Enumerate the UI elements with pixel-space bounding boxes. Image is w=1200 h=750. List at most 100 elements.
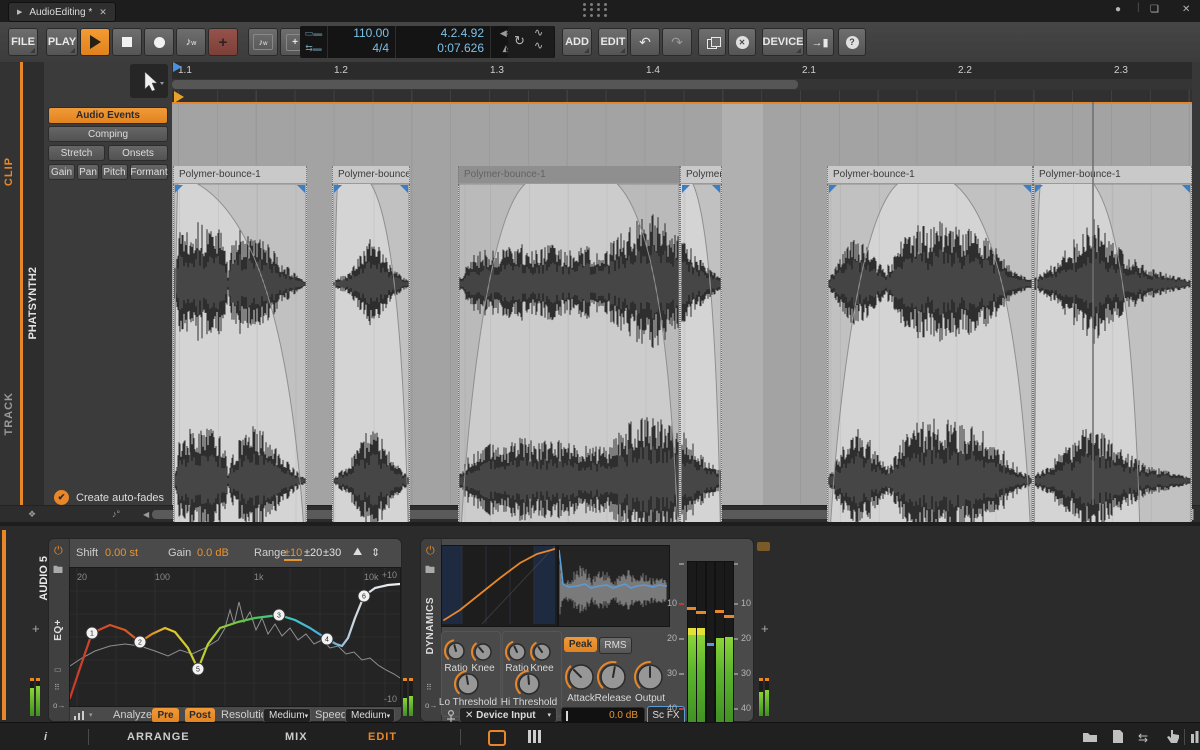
eq-gain-value[interactable]: 0.0 dB	[197, 547, 229, 559]
bitwig-logo-dots[interactable]	[583, 3, 609, 17]
eq-shift-value[interactable]: 0.00 st	[105, 547, 138, 559]
eq-speed-dropdown[interactable]: Medium▾	[345, 708, 395, 723]
info-icon[interactable]: i	[44, 731, 48, 743]
display-mode-icons[interactable]: ▭▬ ⇆▬	[300, 26, 328, 58]
audio-events-button[interactable]: Audio Events	[48, 107, 168, 124]
restore-icon[interactable]: ❏	[1150, 4, 1159, 15]
loop-icon[interactable]: ↻	[514, 33, 525, 49]
add-track-device-icon[interactable]: +	[32, 621, 40, 636]
audio-clip[interactable]: Polymer-bounce-1	[332, 166, 410, 522]
eq-pre-button[interactable]: Pre	[152, 708, 179, 723]
stretch-button[interactable]: Stretch	[48, 145, 105, 161]
chain-end-token[interactable]	[757, 542, 770, 551]
clip-waveform-area[interactable]	[173, 184, 307, 522]
rms-button[interactable]: RMS	[599, 637, 632, 654]
close-icon[interactable]: ✕	[1182, 4, 1190, 15]
dynamics-preset-icon[interactable]: 🖿	[425, 563, 435, 580]
file-icon[interactable]	[1112, 729, 1124, 744]
eq-modulator-icon[interactable]: o→	[53, 701, 65, 710]
comping-button[interactable]: Comping	[48, 126, 168, 142]
launcher-overdub-button[interactable]: ♪w	[248, 28, 278, 56]
eq-power-icon[interactable]: ⏻	[54, 545, 63, 558]
eq-display[interactable]: 125346 20 100 1k 10k +10 -10	[69, 567, 401, 707]
redo-button[interactable]: ↷	[662, 28, 692, 56]
tab-clip[interactable]: CLIP	[3, 157, 15, 186]
arranger-record-button[interactable]: +	[208, 28, 238, 56]
time-value[interactable]: 0:07.626	[396, 41, 490, 56]
time-signature[interactable]: 4/4	[328, 41, 395, 56]
dynamics-transfer-display[interactable]	[441, 545, 558, 627]
timeline-ruler[interactable]: 1.11.21.31.42.12.22.3	[172, 62, 1200, 79]
minimize-icon[interactable]: ●	[1115, 4, 1121, 15]
fade-in-icon[interactable]: ∿	[534, 26, 543, 39]
clip-title[interactable]: Polymer-bounce-1	[458, 166, 680, 184]
clip-title[interactable]: Polymer-	[680, 166, 722, 184]
io-swap-icon[interactable]: ⇆	[1138, 731, 1148, 745]
layers-icon[interactable]: ❖	[28, 509, 36, 520]
record-button[interactable]	[144, 28, 174, 56]
eq-display-mode-dropdown-icon[interactable]: ▾	[89, 711, 93, 719]
audio-clip[interactable]: Polymer-	[680, 166, 722, 522]
zoom-scrollbar[interactable]	[172, 79, 1200, 90]
dynamics-power-icon[interactable]: ⏻	[426, 545, 435, 558]
touch-icon[interactable]	[1166, 729, 1179, 744]
play-start-marker[interactable]	[174, 91, 184, 103]
sidechain-source-dropdown[interactable]: ✕ Device Input ▾	[459, 707, 557, 723]
fade-out-icon[interactable]: ∿	[534, 39, 543, 52]
view-edit[interactable]: EDIT	[368, 731, 397, 743]
formant-button[interactable]: Formant	[130, 164, 168, 180]
clip-waveform-area[interactable]	[680, 184, 722, 522]
pitch-button[interactable]: Pitch	[101, 164, 128, 180]
zoom-scrollbar-thumb[interactable]	[172, 80, 798, 89]
auto-fades-row[interactable]: ✔ Create auto-fades	[54, 490, 164, 505]
project-close-icon[interactable]: ✕	[99, 7, 107, 18]
dynamics-wave-display[interactable]	[558, 545, 670, 627]
clip-title[interactable]: Polymer-bounce-1	[1033, 166, 1192, 184]
insert-button[interactable]: →▮	[806, 28, 834, 56]
file-menu-button[interactable]: FILE	[8, 28, 38, 56]
play-menu-button[interactable]: PLAY	[46, 28, 78, 56]
gain-button[interactable]: Gain	[48, 164, 75, 180]
scroll-left-icon[interactable]: ◀	[143, 510, 149, 519]
knob-ratio[interactable]	[442, 637, 470, 665]
play-button[interactable]	[80, 28, 110, 56]
knob-knee[interactable]	[528, 638, 556, 666]
audio-clip[interactable]: Polymer-bounce-1	[458, 166, 680, 522]
knob-release[interactable]	[595, 659, 631, 695]
pan-button[interactable]: Pan	[77, 164, 99, 180]
knob-ratio[interactable]	[503, 638, 531, 666]
duplicate-button[interactable]	[698, 28, 726, 56]
lanes-icon[interactable]	[528, 730, 541, 743]
clip-waveform-area[interactable]	[827, 184, 1033, 522]
clip-launcher-icon[interactable]	[488, 730, 506, 746]
knob-output[interactable]	[632, 659, 668, 695]
audio-clip[interactable]: Polymer-bounce-1	[827, 166, 1033, 522]
edit-menu-button[interactable]: EDIT	[598, 28, 628, 56]
clip-title[interactable]: Polymer-bounce-1	[827, 166, 1033, 184]
audio-clip[interactable]: Polymer-bounce-1	[173, 166, 307, 522]
overdub-button[interactable]: ♪w	[176, 28, 206, 56]
peak-button[interactable]: Peak	[564, 637, 597, 652]
audio-follow-icon[interactable]: ♪°	[112, 509, 120, 519]
dynamics-device[interactable]: ⏻ 🖿 DYNAMICS ⠿ o→ Peak RMS ✕	[420, 538, 754, 722]
clip-title[interactable]: Polymer-bounce-1	[173, 166, 307, 184]
stop-button[interactable]	[112, 28, 142, 56]
track-name-strip[interactable]: PHATSYNTH2	[23, 62, 44, 505]
eq-resolution-dropdown[interactable]: Medium▾	[263, 708, 311, 723]
position-display[interactable]: 4.2.4.92 0:07.626	[396, 26, 491, 58]
sidechain-gain-value[interactable]: 0.0 dB	[609, 710, 638, 721]
eq-range-20[interactable]: ±20	[304, 547, 322, 559]
undo-button[interactable]: ↶	[630, 28, 660, 56]
tempo-value[interactable]: 110.00	[328, 26, 395, 41]
browser-icon[interactable]	[1082, 730, 1098, 743]
beat-grid-strip[interactable]	[172, 90, 1200, 102]
project-tab[interactable]: ▶ AudioEditing * ✕	[8, 2, 116, 22]
view-mix[interactable]: MIX	[285, 731, 308, 743]
clip-title[interactable]: Polymer-bounce-1	[332, 166, 410, 184]
onsets-button[interactable]: Onsets	[108, 145, 168, 161]
add-device-icon[interactable]: +	[761, 621, 769, 636]
eq-range-30[interactable]: ±30	[323, 547, 341, 559]
delete-button[interactable]: ✕	[728, 28, 756, 56]
audio-clip[interactable]: Polymer-bounce-1	[1033, 166, 1192, 522]
eq-device[interactable]: ⏻ 🖿 EQ+ ▭ ⠿ o→ Shift 0.00 st Gain 0.0 dB…	[48, 538, 402, 722]
